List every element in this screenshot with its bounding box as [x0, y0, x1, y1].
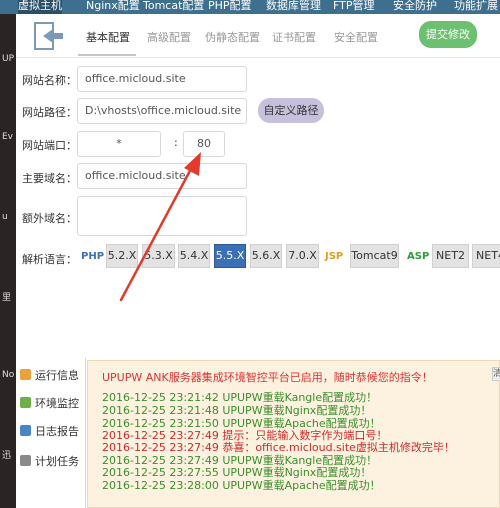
desktop-icon-label: 里 — [2, 293, 12, 303]
main-domain-input[interactable]: office.micloud.site — [77, 163, 247, 189]
tab-certificate-config[interactable]: 证书配置 — [272, 29, 316, 45]
extra-domain-textarea[interactable] — [77, 196, 247, 236]
scheduled-tasks-icon — [20, 455, 31, 466]
config-tab-bar: 基本配置 高级配置 伪静态配置 证书配置 安全配置 提交修改 — [16, 14, 500, 58]
php-version-7-0-button[interactable]: 7.0.X — [286, 244, 319, 268]
side-nav-label: 环境监控 — [35, 397, 79, 410]
php-version-5-2-button[interactable]: 5.2.X — [106, 244, 138, 268]
asp-net4-button[interactable]: NET4 — [472, 244, 500, 268]
port-separator: : — [174, 136, 178, 149]
log-line: 2016-12-25 23:28:00 UPUPW重载Apache配置成功！ — [102, 479, 381, 492]
tab-security-config[interactable]: 安全配置 — [334, 29, 378, 45]
top-menu-bar: 虚拟主机 Nginx配置 Tomcat配置 PHP配置 数据库管理 FTP管理 … — [0, 0, 500, 14]
desktop-icon-label: No — [2, 370, 15, 380]
env-monitor-icon — [20, 397, 31, 408]
top-menu-item-ftp[interactable]: FTP管理 — [333, 0, 375, 14]
extra-domain-label: 额外域名： — [22, 212, 77, 225]
site-path-input[interactable]: D:\vhosts\office.micloud.site — [77, 98, 247, 124]
custom-path-button[interactable]: 自定义路径 — [258, 98, 324, 123]
main-domain-label: 主要域名： — [22, 172, 77, 185]
side-nav-env-monitor[interactable]: 环境监控 — [20, 392, 86, 416]
top-menu-item-database[interactable]: 数据库管理 — [266, 0, 321, 14]
top-menu-item-vhost[interactable]: 虚拟主机 — [18, 0, 62, 14]
desktop-icon-label: UP — [2, 54, 15, 64]
submit-changes-button[interactable]: 提交修改 — [419, 21, 477, 48]
jsp-tomcat9-button[interactable]: Tomcat9 — [350, 244, 399, 268]
desktop-icon-label: u — [2, 212, 8, 222]
top-menu-item-security[interactable]: 安全防护 — [393, 0, 437, 14]
tab-rewrite-config[interactable]: 伪静态配置 — [205, 29, 260, 45]
php-tag: PHP — [81, 251, 105, 262]
asp-net2-button[interactable]: NET2 — [432, 244, 469, 268]
side-nav-label: 计划任务 — [35, 455, 79, 468]
log-header-message: UPUPW ANK服务器集成环境智控平台已启用，随时恭候您的指令！ — [102, 371, 433, 384]
desktop-icon-label: Ev — [2, 132, 14, 142]
runtime-info-icon — [20, 369, 31, 380]
site-port-label: 网站端口： — [22, 139, 77, 152]
log-report-icon — [20, 425, 31, 436]
top-menu-item-tomcat[interactable]: Tomcat配置 — [143, 0, 204, 14]
site-path-label: 网站路径： — [22, 106, 77, 119]
php-version-5-4-button[interactable]: 5.4.X — [178, 244, 210, 268]
log-side-nav: 运行信息 环境监控 日志报告 计划任务 — [16, 358, 86, 508]
tab-advanced-config[interactable]: 高级配置 — [147, 29, 191, 45]
php-version-5-6-button[interactable]: 5.6.X — [250, 244, 282, 268]
port-input[interactable]: 80 — [183, 131, 225, 157]
desktop-background-strip: UP Ev u 里 No 迅 — [0, 14, 16, 508]
desktop-icon-label: 迅 — [2, 451, 12, 461]
runtime-log-box: UPUPW ANK服务器集成环境智控平台已启用，随时恭候您的指令！ 清 2016… — [87, 360, 500, 508]
jsp-tag: JSP — [325, 251, 344, 262]
asp-tag: ASP — [407, 251, 430, 262]
log-panel: 运行信息 环境监控 日志报告 计划任务 UPUPW ANK服务器集成环境智控平台… — [16, 358, 500, 508]
side-nav-label: 日志报告 — [35, 425, 79, 438]
side-nav-runtime-info[interactable]: 运行信息 — [20, 364, 86, 388]
top-menu-item-nginx[interactable]: Nginx配置 — [86, 0, 140, 14]
top-menu-item-extend[interactable]: 功能扩展 — [454, 0, 498, 14]
side-nav-log-report[interactable]: 日志报告 — [20, 420, 86, 444]
php-version-5-5-button[interactable]: 5.5.X — [214, 244, 246, 268]
side-nav-label: 运行信息 — [35, 369, 79, 382]
parse-language-label: 解析语言： — [22, 253, 77, 266]
side-nav-scheduled-tasks[interactable]: 计划任务 — [20, 450, 86, 474]
back-arrow-icon[interactable] — [34, 22, 64, 50]
tab-basic-config[interactable]: 基本配置 — [86, 29, 130, 45]
php-version-5-3-button[interactable]: 5.3.X — [142, 244, 175, 268]
clear-log-button[interactable]: 清 — [492, 367, 500, 381]
active-tab-indicator — [78, 54, 136, 56]
site-name-label: 网站名称： — [22, 74, 77, 87]
bind-ip-input[interactable]: * — [77, 131, 161, 157]
site-name-input[interactable]: office.micloud.site — [77, 66, 247, 92]
top-menu-item-php[interactable]: PHP配置 — [208, 0, 252, 14]
